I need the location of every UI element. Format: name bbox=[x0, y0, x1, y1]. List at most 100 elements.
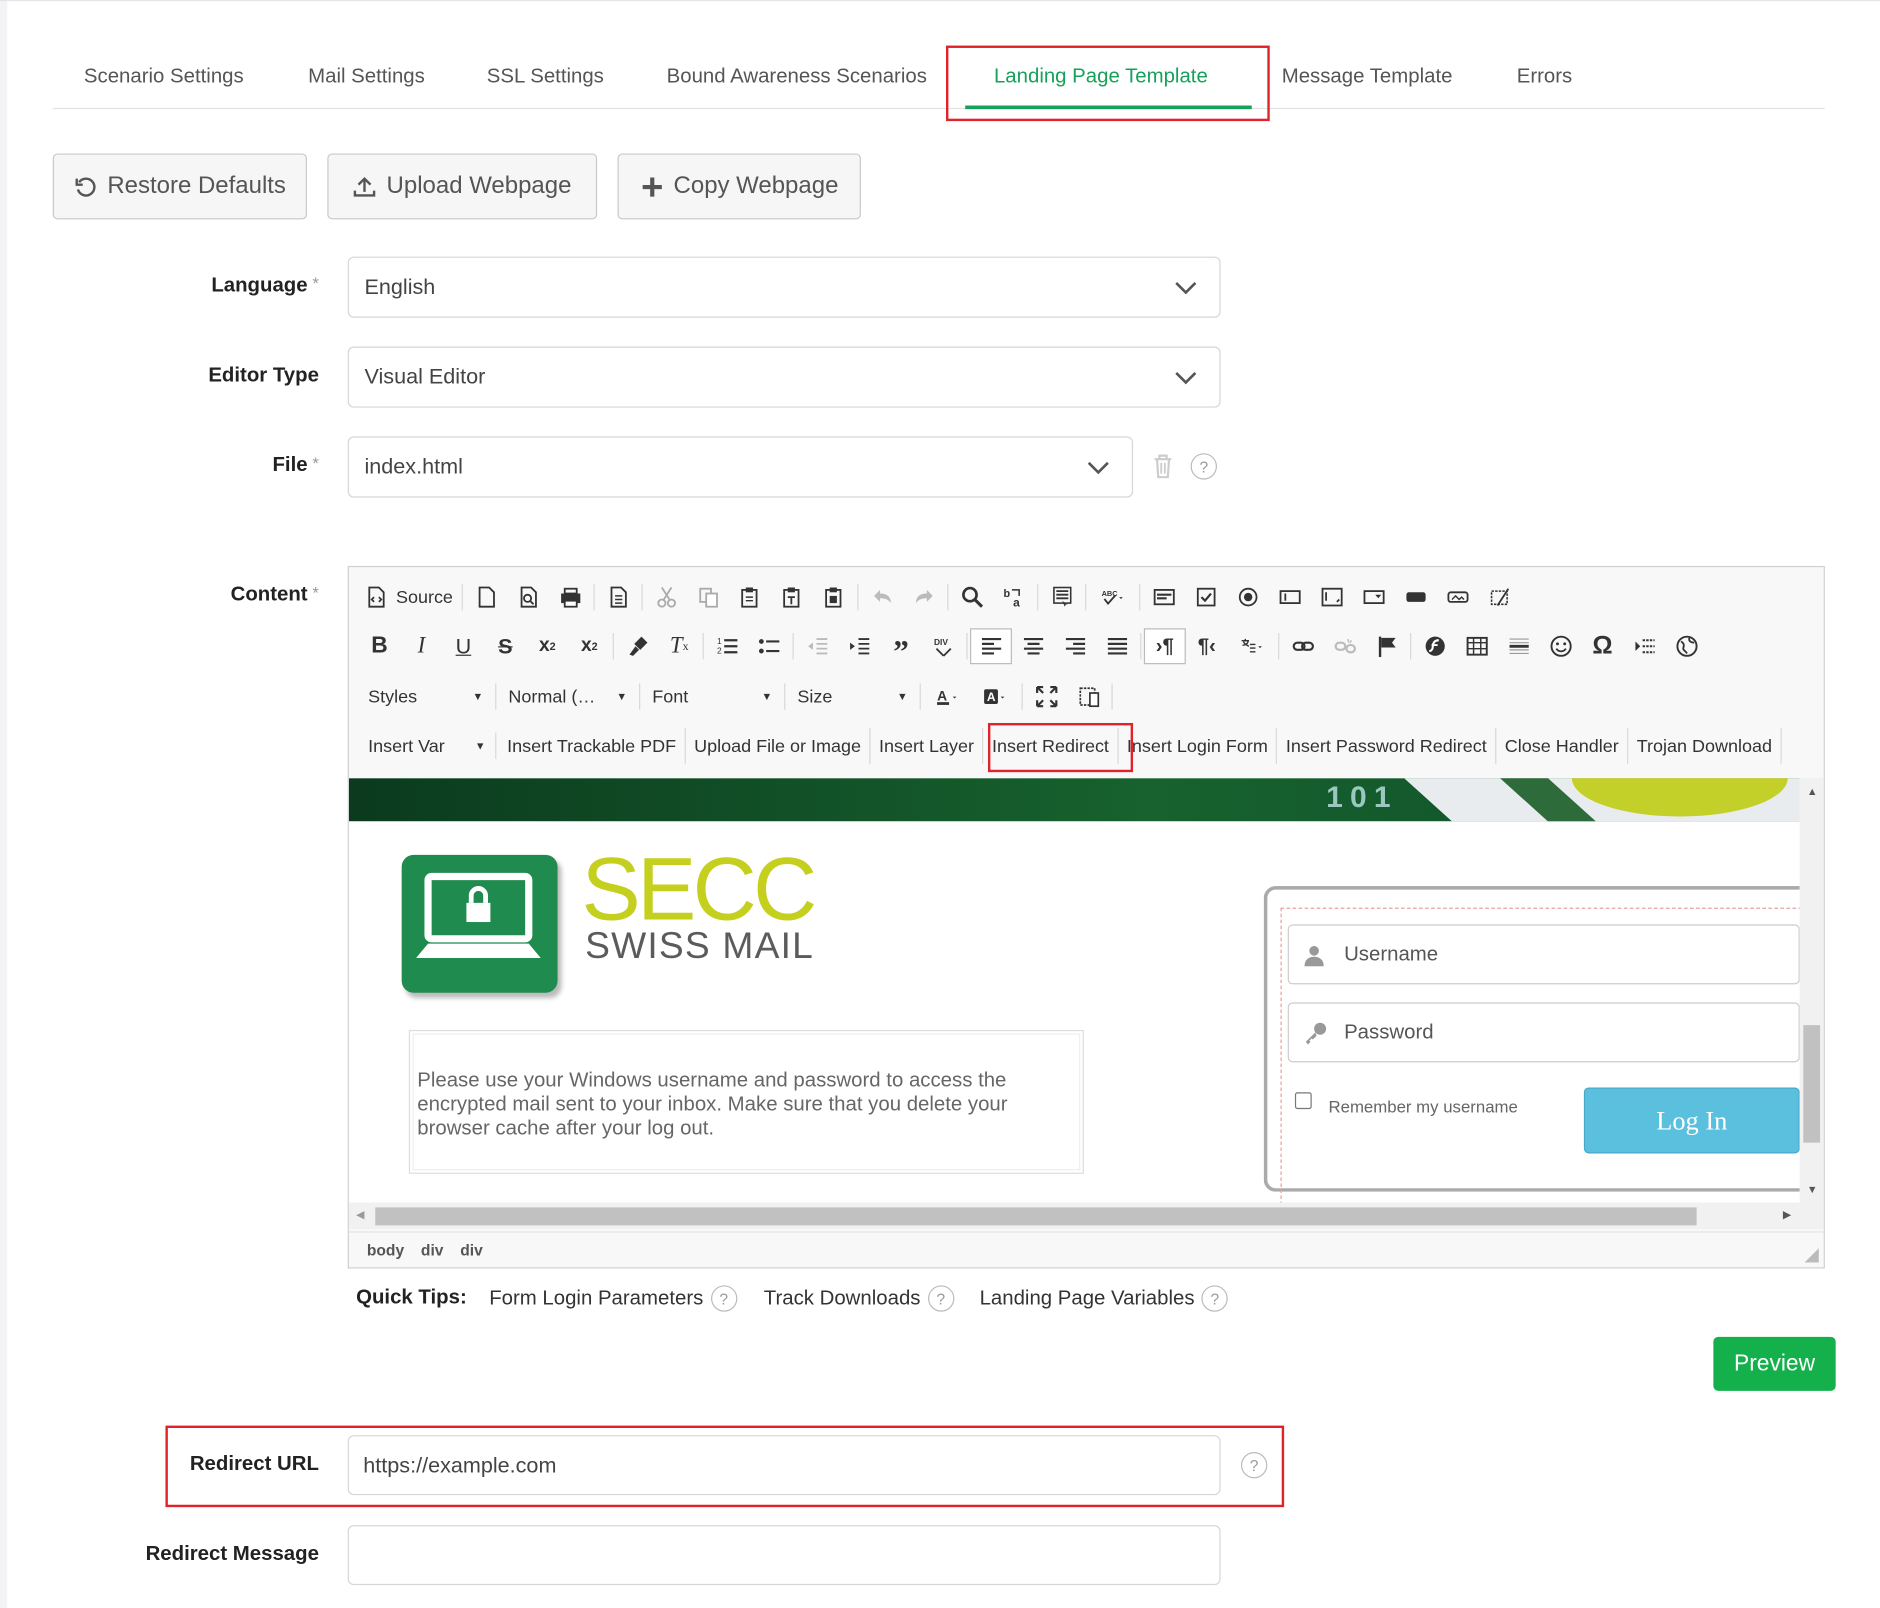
quick-tip-landing-page-variables[interactable]: Landing Page Variables? bbox=[980, 1285, 1229, 1312]
align-left-icon[interactable] bbox=[969, 628, 1012, 665]
underline-icon[interactable]: U bbox=[442, 628, 484, 664]
upload-webpage-button[interactable]: Upload Webpage bbox=[327, 153, 598, 220]
spellcheck-icon[interactable]: ABC bbox=[1089, 579, 1137, 615]
checkbox-icon[interactable] bbox=[1185, 579, 1227, 615]
tab-message-template[interactable]: Message Template bbox=[1282, 65, 1453, 89]
redirect-message-input[interactable] bbox=[347, 1525, 1221, 1586]
table-icon[interactable] bbox=[1456, 628, 1498, 664]
quick-tip-track-downloads[interactable]: Track Downloads? bbox=[764, 1285, 955, 1312]
horizontal-scroll-thumb[interactable] bbox=[375, 1207, 1697, 1226]
insert-trackable-pdf-button[interactable]: Insert Trackable PDF bbox=[499, 727, 686, 764]
radio-icon[interactable] bbox=[1227, 579, 1269, 615]
image-button-icon[interactable] bbox=[1436, 579, 1478, 615]
iframe-globe-icon[interactable] bbox=[1665, 628, 1707, 664]
scroll-left-arrow-icon[interactable]: ◀ bbox=[356, 1209, 364, 1222]
quick-tip-form-login[interactable]: Form Login Parameters? bbox=[489, 1285, 737, 1312]
source-button[interactable]: Source bbox=[359, 579, 460, 615]
div-container-icon[interactable]: DIV bbox=[922, 628, 964, 664]
bold-icon[interactable]: B bbox=[359, 628, 401, 664]
copy-icon[interactable] bbox=[687, 579, 729, 615]
editor-type-select[interactable]: Visual Editor bbox=[347, 346, 1221, 408]
subscript-icon[interactable]: x2 bbox=[526, 628, 568, 664]
find-icon[interactable] bbox=[951, 579, 993, 615]
path-div[interactable]: div bbox=[421, 1241, 444, 1259]
preview-button[interactable]: Preview bbox=[1713, 1336, 1836, 1391]
paste-text-icon[interactable] bbox=[771, 579, 813, 615]
size-combo[interactable]: Size ▼ bbox=[788, 680, 917, 714]
undo-icon[interactable] bbox=[861, 579, 903, 615]
scroll-down-arrow-icon[interactable]: ▼ bbox=[1807, 1183, 1818, 1195]
trash-icon[interactable] bbox=[1152, 453, 1174, 479]
paste-icon[interactable] bbox=[729, 579, 771, 615]
vertical-scroll-thumb[interactable] bbox=[1803, 1025, 1821, 1143]
paste-word-icon[interactable] bbox=[813, 579, 855, 615]
help-icon[interactable]: ? bbox=[927, 1285, 955, 1312]
copy-format-icon[interactable] bbox=[616, 628, 658, 664]
resize-grip-icon[interactable] bbox=[1804, 1248, 1819, 1263]
remove-format-icon[interactable]: Tx bbox=[658, 628, 700, 664]
maximize-icon[interactable] bbox=[1025, 679, 1067, 715]
tab-scenario-settings[interactable]: Scenario Settings bbox=[84, 65, 244, 89]
font-combo[interactable]: Font ▼ bbox=[643, 680, 782, 714]
unlink-icon[interactable] bbox=[1324, 628, 1366, 664]
italic-icon[interactable]: I bbox=[400, 628, 442, 664]
path-body[interactable]: body bbox=[367, 1241, 404, 1259]
print-icon[interactable] bbox=[549, 579, 591, 615]
smiley-icon[interactable] bbox=[1540, 628, 1582, 664]
preview-icon[interactable] bbox=[507, 579, 549, 615]
close-handler-button[interactable]: Close Handler bbox=[1496, 727, 1629, 764]
special-char-icon[interactable]: Ω bbox=[1581, 628, 1623, 664]
insert-redirect-button[interactable]: Insert Redirect bbox=[984, 727, 1119, 764]
tab-ssl-settings[interactable]: SSL Settings bbox=[487, 65, 604, 89]
indent-icon[interactable] bbox=[838, 628, 880, 664]
page-break-icon[interactable] bbox=[1623, 628, 1665, 664]
insert-password-redirect-button[interactable]: Insert Password Redirect bbox=[1277, 727, 1497, 764]
anchor-flag-icon[interactable] bbox=[1366, 628, 1408, 664]
format-combo[interactable]: Normal (… ▼ bbox=[499, 680, 637, 714]
language-select[interactable]: English bbox=[347, 256, 1221, 318]
horizontal-scrollbar[interactable]: ◀ ▶ bbox=[348, 1202, 1824, 1229]
superscript-icon[interactable]: x2 bbox=[568, 628, 610, 664]
help-icon[interactable]: ? bbox=[1201, 1285, 1229, 1312]
select-field-icon[interactable] bbox=[1352, 579, 1394, 615]
redirect-url-input[interactable]: https://example.com bbox=[347, 1435, 1221, 1496]
text-field-icon[interactable] bbox=[1269, 579, 1311, 615]
remember-checkbox[interactable] bbox=[1294, 1092, 1312, 1110]
hidden-field-icon[interactable] bbox=[1478, 579, 1520, 615]
restore-defaults-button[interactable]: Restore Defaults bbox=[52, 153, 307, 220]
form-icon[interactable] bbox=[1143, 579, 1185, 615]
link-icon[interactable] bbox=[1282, 628, 1324, 664]
redo-icon[interactable] bbox=[903, 579, 945, 615]
copy-webpage-button[interactable]: Copy Webpage bbox=[617, 153, 861, 220]
language-icon[interactable] bbox=[1228, 628, 1276, 664]
cut-icon[interactable] bbox=[645, 579, 687, 615]
strikethrough-icon[interactable]: S bbox=[484, 628, 526, 664]
tab-bound-awareness-scenarios[interactable]: Bound Awareness Scenarios bbox=[667, 65, 927, 89]
flash-icon[interactable] bbox=[1414, 628, 1456, 664]
scroll-up-arrow-icon[interactable]: ▲ bbox=[1807, 785, 1818, 797]
button-icon[interactable] bbox=[1394, 579, 1436, 615]
file-help-icon[interactable]: ? bbox=[1190, 453, 1217, 480]
styles-combo[interactable]: Styles ▼ bbox=[359, 680, 493, 714]
upload-file-or-image-button[interactable]: Upload File or Image bbox=[686, 727, 871, 764]
justify-icon[interactable] bbox=[1096, 628, 1138, 664]
new-page-icon[interactable] bbox=[465, 579, 507, 615]
username-field[interactable]: Username bbox=[1287, 924, 1800, 985]
redirect-url-help-icon[interactable]: ? bbox=[1240, 1451, 1268, 1479]
numbered-list-icon[interactable]: 12 bbox=[706, 628, 748, 664]
textarea-icon[interactable] bbox=[1311, 579, 1353, 615]
show-blocks-icon[interactable] bbox=[1067, 679, 1109, 715]
vertical-scrollbar[interactable]: ▲ ▼ bbox=[1799, 778, 1824, 1203]
tab-mail-settings[interactable]: Mail Settings bbox=[308, 65, 425, 89]
text-direction-ltr-icon[interactable]: ›¶ bbox=[1143, 628, 1186, 665]
insert-var-combo[interactable]: Insert Var ▼ bbox=[359, 729, 493, 763]
outdent-icon[interactable] bbox=[796, 628, 838, 664]
select-all-icon[interactable] bbox=[1041, 579, 1083, 615]
templates-icon[interactable] bbox=[597, 579, 639, 615]
password-field[interactable]: Password bbox=[1287, 1002, 1800, 1063]
login-button[interactable]: Log In bbox=[1583, 1087, 1800, 1154]
align-center-icon[interactable] bbox=[1012, 628, 1054, 664]
replace-icon[interactable]: ba bbox=[993, 579, 1035, 615]
horizontal-line-icon[interactable] bbox=[1498, 628, 1540, 664]
background-color-icon[interactable]: A bbox=[971, 679, 1019, 715]
